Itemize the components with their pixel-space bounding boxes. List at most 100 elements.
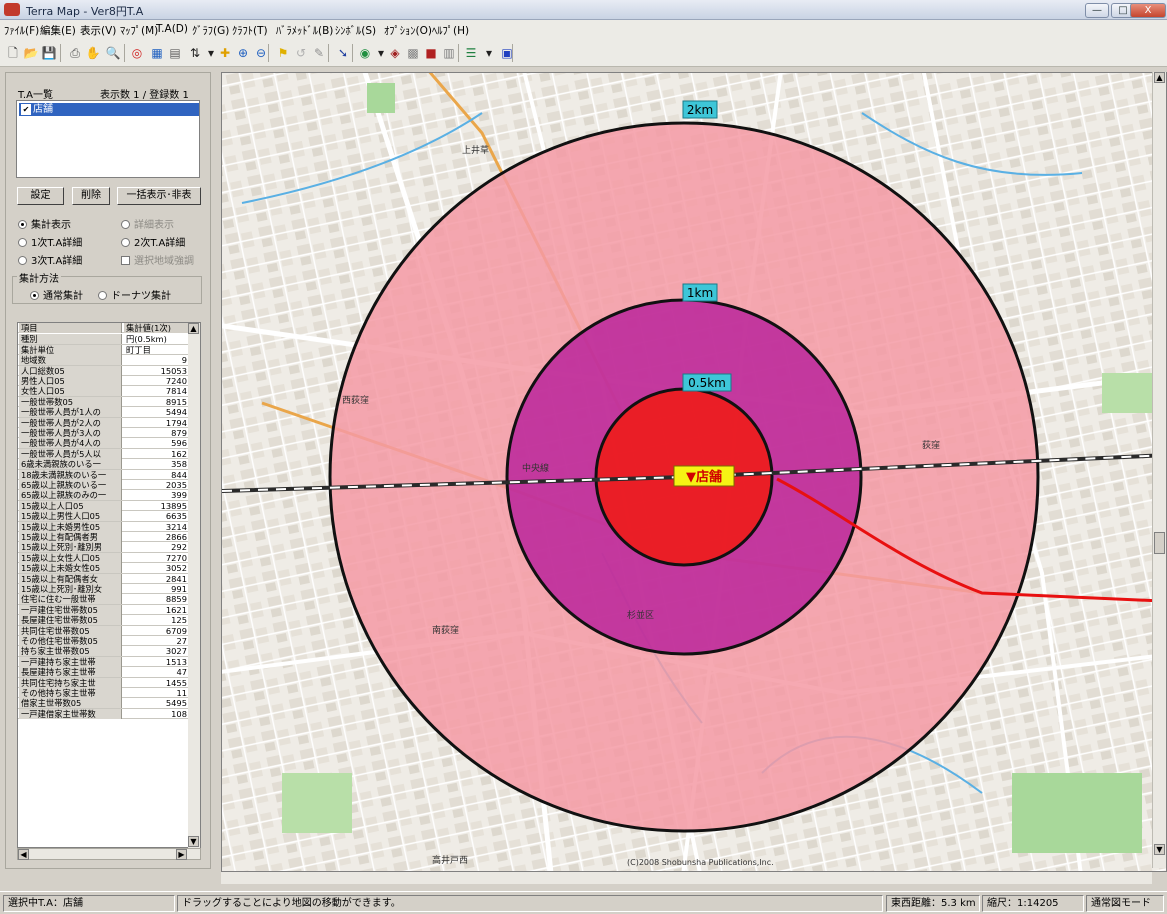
ta-list[interactable]: 店舗: [16, 100, 200, 178]
table-row[interactable]: 一般世帯数05 8915: [18, 396, 200, 408]
table-row[interactable]: 一戸建借家主世帯数 108: [18, 708, 200, 720]
table-row[interactable]: 一般世帯人員が3人の 879: [18, 428, 200, 439]
table-vertical-scrollbar[interactable]: ▲ ▼: [188, 323, 200, 848]
scroll-thumb[interactable]: [1154, 532, 1165, 554]
table-row[interactable]: その他住宅世帯数05 27: [18, 636, 200, 647]
zoom-in-icon[interactable]: ⊕: [234, 44, 252, 62]
table-row[interactable]: 長屋建住宅世帯数05 125: [18, 615, 200, 626]
lasso-icon[interactable]: ↺: [292, 44, 310, 62]
toggle-all-button[interactable]: 一括表示･非表: [117, 187, 201, 205]
hand-icon[interactable]: ✋: [84, 44, 102, 62]
open-folder-icon[interactable]: 📂: [22, 44, 40, 62]
zoom-icon[interactable]: 🔍: [104, 44, 122, 62]
menu-item[interactable]: ﾏｯﾌﾟ(M): [120, 23, 158, 38]
radio-normal-aggregation[interactable]: 通常集計: [30, 287, 83, 302]
table-row[interactable]: 長屋建持ち家主世帯 47: [18, 667, 200, 678]
list-icon[interactable]: ☰: [462, 44, 480, 62]
table-row[interactable]: 15歳以上有配偶者男 2866: [18, 532, 200, 543]
table-row[interactable]: 女性人口05 7814: [18, 386, 200, 397]
table-row[interactable]: 65歳以上親族のいる一 2035: [18, 480, 200, 491]
radio-donut-aggregation[interactable]: ドーナツ集計: [98, 287, 171, 302]
table-row[interactable]: 15歳以上男性人口05 6635: [18, 511, 200, 522]
layer-icon[interactable]: ▤: [166, 44, 184, 62]
target-icon[interactable]: ◎: [128, 44, 146, 62]
menu-item[interactable]: ﾍﾙﾌﾟ(H): [432, 23, 469, 38]
grid-icon[interactable]: ▩: [404, 44, 422, 62]
print-icon[interactable]: ⎙: [66, 44, 84, 62]
table-row[interactable]: 住宅に住む一般世帯 8859: [18, 594, 200, 605]
table-row[interactable]: 集計単位 町丁目: [18, 344, 200, 356]
table-row[interactable]: 一戸建持ち家主世帯 1513: [18, 656, 200, 668]
plus-pin-icon[interactable]: ✚: [216, 44, 234, 62]
scroll-down-icon[interactable]: ▼: [1154, 844, 1165, 855]
store-label[interactable]: ▼店舗: [686, 469, 722, 485]
table-row[interactable]: 15歳以上未婚男性05 3214: [18, 521, 200, 532]
map-canvas[interactable]: 2km 1km 0.5km ▼店舗 杉並区 高井戸西 西荻窪 上井草 中央線 南…: [222, 73, 1167, 872]
scroll-left-icon[interactable]: ◀: [18, 849, 29, 860]
delete-button[interactable]: 削除: [72, 187, 110, 205]
arrow-icon[interactable]: ➘: [334, 44, 352, 62]
window-icon[interactable]: ▣: [498, 44, 516, 62]
radio-tertiary-ta[interactable]: 3次T.A詳細: [18, 252, 82, 267]
globe-icon[interactable]: ◈: [386, 44, 404, 62]
table-row[interactable]: 15歳以上死別･離別女 991: [18, 584, 200, 595]
map-horizontal-scrollbar[interactable]: [221, 872, 1152, 884]
table-row[interactable]: 種別 円(0.5km): [18, 334, 200, 345]
table-row[interactable]: 共同住宅世帯数05 6709: [18, 625, 200, 636]
menu-item[interactable]: ｸﾗﾌﾄ(T): [232, 23, 268, 38]
table-row[interactable]: 持ち家主世帯数05 3027: [18, 646, 200, 657]
scroll-up-icon[interactable]: ▲: [1154, 72, 1165, 83]
table-row[interactable]: 一般世帯人員が5人以 162: [18, 448, 200, 460]
minimize-button[interactable]: —: [1085, 3, 1109, 18]
table-row[interactable]: 15歳以上女性人口05 7270: [18, 552, 200, 564]
table-row[interactable]: 地域数 9: [18, 355, 200, 366]
menu-item[interactable]: ﾊﾞﾗﾒｯﾄﾞﾙ(B): [276, 23, 333, 38]
menu-item[interactable]: 表示(V): [80, 23, 116, 38]
aggregation-table[interactable]: 項目 集計値(1次) 種別 円(0.5km) 集計単位 町丁目 地域数 9 人口総数05 1505…: [17, 322, 201, 848]
settings-button[interactable]: 設定: [17, 187, 64, 205]
radio-secondary-ta[interactable]: 2次T.A詳細: [121, 234, 185, 249]
map-view[interactable]: 2km 1km 0.5km ▼店舗 杉並区 高井戸西 西荻窪 上井草 中央線 南…: [221, 72, 1167, 872]
scroll-down-icon[interactable]: ▼: [188, 836, 199, 847]
map-vertical-scrollbar[interactable]: ▲ ▼: [1152, 72, 1166, 868]
save-icon[interactable]: 💾: [40, 44, 58, 62]
scroll-up-icon[interactable]: ▲: [188, 323, 199, 334]
scroll-right-icon[interactable]: ▶: [176, 849, 187, 860]
menu-item[interactable]: T.A(D): [156, 23, 188, 35]
table-row[interactable]: その他持ち家主世帯 11: [18, 688, 200, 699]
new-file-icon[interactable]: 🗋: [4, 44, 22, 62]
pen-icon[interactable]: ✎: [310, 44, 328, 62]
red-box-icon[interactable]: ■: [422, 44, 440, 62]
close-button[interactable]: X: [1130, 3, 1166, 18]
table-row[interactable]: 18歳未満親族のいる一 844: [18, 469, 200, 480]
menu-item[interactable]: ﾌｧｲﾙ(F): [4, 23, 39, 38]
menu-item[interactable]: 編集(E): [40, 23, 76, 38]
table-horizontal-scrollbar[interactable]: ◀ ▶: [17, 848, 201, 860]
table-row[interactable]: 15歳以上未婚女性05 3052: [18, 563, 200, 574]
graph-icon[interactable]: ▥: [440, 44, 458, 62]
table-row[interactable]: 一般世帯人員が1人の 5494: [18, 407, 200, 418]
ring-label-0-5km: 0.5km: [688, 376, 726, 390]
menu-item[interactable]: ｸﾞﾗﾌ(G): [192, 23, 229, 38]
table-row[interactable]: 15歳以上有配偶者女 2841: [18, 573, 200, 584]
table-row[interactable]: 15歳以上死別･離別男 292: [18, 542, 200, 553]
table-row[interactable]: 一般世帯人員が4人の 596: [18, 438, 200, 449]
dropdown-arrow-icon[interactable]: ▾: [480, 44, 498, 62]
radio-total-display[interactable]: 集計表示: [18, 216, 71, 231]
table-row[interactable]: 人口総数05 15053: [18, 365, 200, 376]
menu-item[interactable]: ｵﾌﾟｼｮﾝ(O): [384, 23, 432, 38]
radio-primary-ta[interactable]: 1次T.A詳細: [18, 234, 82, 249]
table-row[interactable]: 一般世帯人員が2人の 1794: [18, 417, 200, 428]
table-row[interactable]: 15歳以上人口05 13895: [18, 500, 200, 512]
ta-list-item[interactable]: 店舗: [19, 103, 199, 116]
table-row[interactable]: 65歳以上親族のみの一 399: [18, 490, 200, 501]
table-icon[interactable]: ▦: [148, 44, 166, 62]
table-row[interactable]: 共同住宅持ち家主世 1455: [18, 677, 200, 688]
store-marker[interactable]: ▼店舗: [673, 465, 735, 487]
table-row[interactable]: 借家主世帯数05 5495: [18, 698, 200, 709]
flag-icon[interactable]: ⚑: [274, 44, 292, 62]
table-row[interactable]: 男性人口05 7240: [18, 376, 200, 387]
menu-item[interactable]: ｼﾝﾎﾞﾙ(S): [335, 23, 376, 38]
table-row[interactable]: 6歳未満親族のいる一 358: [18, 459, 200, 470]
table-row[interactable]: 一戸建住宅世帯数05 1621: [18, 604, 200, 616]
